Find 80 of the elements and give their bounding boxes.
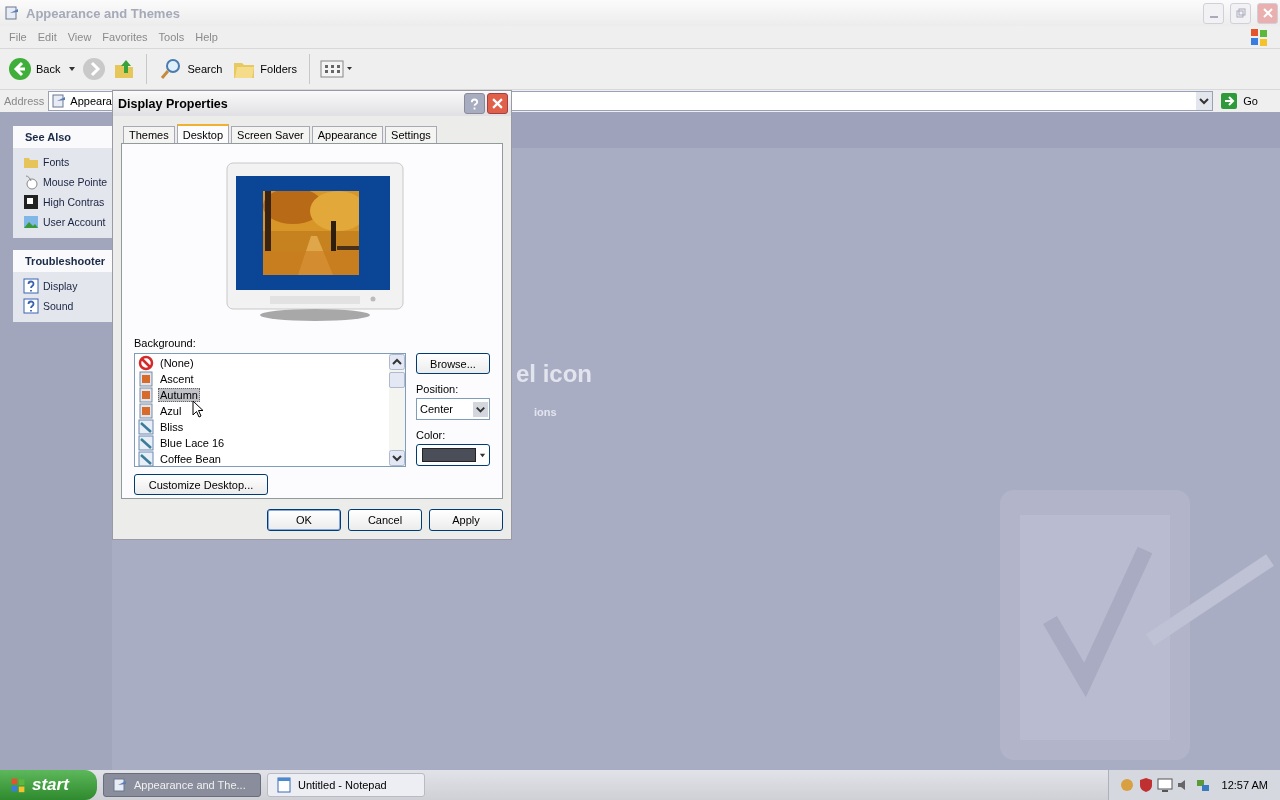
go-button[interactable]: Go [1217, 93, 1278, 109]
panel-title: See Also [13, 126, 112, 148]
cursor-icon [192, 400, 204, 418]
list-item[interactable]: Blue Lace 16 [138, 435, 386, 451]
list-item[interactable]: Coffee Bean [138, 451, 386, 466]
tab[interactable]: Screen Saver [231, 126, 310, 143]
bitmap-file-icon [138, 435, 154, 451]
dialog-button[interactable]: OK [267, 509, 341, 531]
tab[interactable]: Settings [385, 126, 437, 143]
position-label: Position: [416, 383, 460, 395]
content-heading: el icon [516, 360, 593, 388]
go-arrow-icon [1221, 93, 1238, 109]
tab[interactable]: Themes [123, 126, 175, 143]
dialog-title: Display Properties [118, 96, 228, 111]
window-title: Appearance and Themes [26, 5, 180, 21]
caret-icon[interactable] [68, 65, 77, 73]
scrollbar[interactable] [389, 354, 405, 466]
dialog-button[interactable]: Cancel [348, 509, 422, 531]
network-icon[interactable] [1194, 777, 1211, 793]
image-file-icon [138, 403, 154, 419]
customize-desktop-button[interactable]: Customize Desktop... [134, 474, 268, 495]
caret-icon [479, 451, 486, 459]
close-button[interactable] [487, 93, 508, 114]
list-item[interactable]: Azul [138, 403, 386, 419]
scroll-up-icon[interactable] [389, 354, 405, 370]
scroll-thumb[interactable] [389, 372, 405, 388]
panel-title: Troubleshooter [13, 250, 112, 272]
image-file-icon [138, 371, 154, 387]
list-item[interactable]: Autumn [138, 387, 386, 403]
window-icon [4, 5, 20, 21]
content-subheading: ions [534, 406, 558, 418]
sidebar-link[interactable]: Mouse Pointe [23, 174, 112, 190]
folders-button[interactable]: Folders [230, 55, 299, 83]
bitmap-file-icon [138, 451, 154, 466]
no-entry-icon [138, 355, 154, 371]
monitor-icon[interactable] [1156, 777, 1173, 793]
bitmap-file-icon [138, 419, 154, 435]
position-dropdown[interactable]: Center [416, 398, 490, 420]
help-button[interactable] [464, 93, 485, 114]
sidebar-link[interactable]: High Contras [23, 194, 112, 210]
mouse-icon [23, 174, 39, 190]
landscape-icon [23, 214, 39, 230]
window-icon [112, 777, 128, 793]
sidebar-link[interactable]: Sound [23, 298, 112, 314]
restore-icon [1235, 8, 1246, 18]
help-icon [470, 97, 479, 110]
windows-logo-icon [1248, 27, 1270, 47]
list-item[interactable]: (None) [138, 355, 386, 371]
help-icon [23, 298, 39, 314]
tab[interactable]: Appearance [311, 126, 384, 143]
help-icon [23, 278, 39, 294]
browse-button[interactable]: Browse... [416, 353, 490, 374]
shield-icon[interactable] [1137, 777, 1154, 793]
back-button[interactable]: Back [6, 55, 63, 83]
address-label: Address [4, 95, 45, 107]
list-item[interactable]: Ascent [138, 371, 386, 387]
scroll-down-icon[interactable] [389, 450, 405, 466]
views-icon[interactable] [320, 59, 354, 79]
tab[interactable]: Desktop [176, 124, 230, 144]
search-button[interactable]: Search [157, 55, 225, 83]
image-file-icon [138, 387, 154, 403]
taskbar-button[interactable]: Untitled - Notepad [267, 773, 425, 797]
dialog-button[interactable]: Apply [429, 509, 503, 531]
close-icon [492, 98, 503, 109]
color-picker[interactable] [416, 444, 490, 466]
clock: 12:57 AM [1221, 779, 1268, 791]
sidebar-link[interactable]: User Account [23, 214, 112, 230]
color-label: Color: [416, 429, 447, 441]
list-item[interactable]: Bliss [138, 419, 386, 435]
minimize-button[interactable] [1203, 2, 1224, 24]
close-icon [1262, 8, 1273, 18]
minimize-icon [1209, 16, 1218, 18]
background-list[interactable]: (None) Ascent Autumn Azul Bliss Blue Lace 16 Coffee Bean [134, 353, 406, 467]
sidebar-link[interactable]: Fonts [23, 154, 112, 170]
sidebar-link[interactable]: Display [23, 278, 112, 294]
notepad-icon [276, 777, 292, 793]
background-label: Background: [134, 337, 197, 349]
page-icon [51, 93, 68, 109]
contrast-icon [23, 194, 39, 210]
windows-logo-icon [10, 777, 26, 793]
